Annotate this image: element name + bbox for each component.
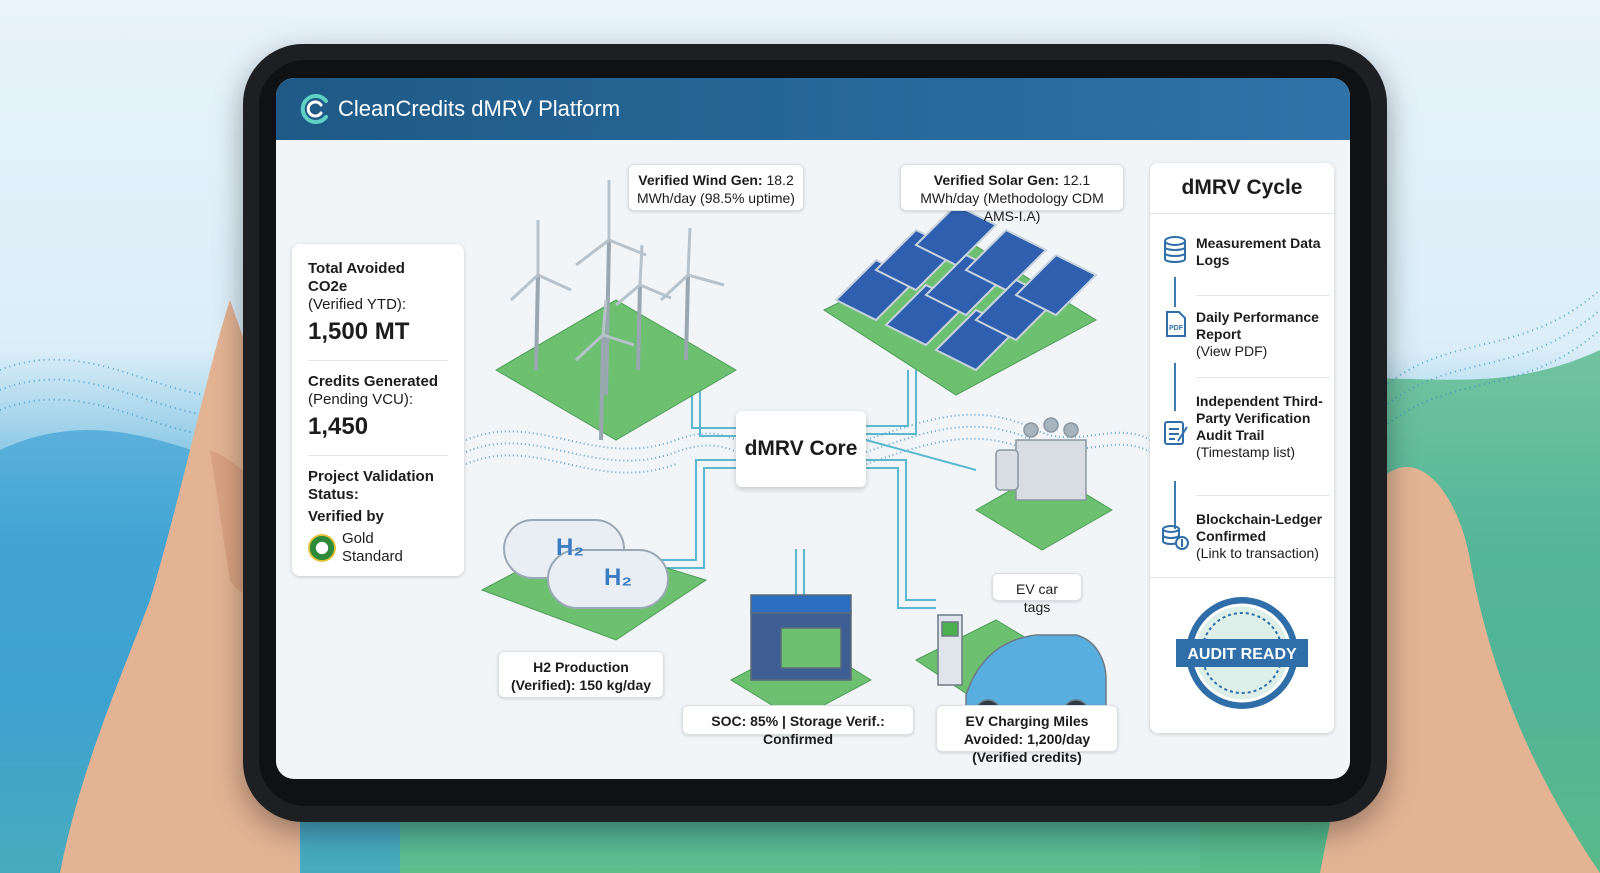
wind-callout: Verified Wind Gen: 18.2 MWh/day (98.5% u…	[628, 164, 804, 211]
app-screen: CleanCredits dMRV Platform H₂ H₂ Verifie…	[276, 78, 1350, 779]
step-divider	[1196, 295, 1330, 296]
metrics-divider	[308, 360, 448, 361]
wind-callout-label: Verified Wind Gen:	[638, 172, 763, 188]
step-blockchain-label: Blockchain-Ledger Confirmed	[1196, 511, 1323, 544]
app-header: CleanCredits dMRV Platform	[276, 78, 1350, 140]
flow-arrow	[1174, 363, 1176, 411]
step-divider	[1150, 577, 1334, 578]
step-blockchain-sub[interactable]: (Link to transaction)	[1196, 545, 1319, 561]
avoided-co2-value: 1,500 MT	[308, 318, 410, 345]
validation-status-label: Project Validation Status:	[308, 468, 434, 503]
step-divider	[1196, 377, 1330, 378]
gold-standard-text: Gold Standard	[342, 530, 403, 565]
step-verification-text: Independent Third-Party Verification Aud…	[1196, 393, 1330, 461]
audit-ready-text: AUDIT READY	[1187, 646, 1297, 663]
validation-status-value: Verified by	[308, 508, 384, 525]
database-icon	[1164, 236, 1186, 263]
credits-sub: (Pending VCU):	[308, 391, 414, 408]
step-verification-label: Independent Third-Party Verification Aud…	[1196, 393, 1323, 443]
cleancredits-logo-icon	[300, 94, 328, 124]
soc-callout: SOC: 85% | Storage Verif.: Confirmed	[682, 705, 914, 747]
step-divider	[1196, 495, 1330, 496]
step-daily-report-label: Daily Performance Report	[1196, 309, 1319, 342]
app-title: CleanCredits dMRV Platform	[338, 96, 621, 121]
gold-standard-row: Gold Standard	[308, 530, 448, 566]
credits-value: 1,450	[308, 413, 369, 440]
h2-callout-text: H2 Production (Verified): 150 kg/day	[510, 659, 652, 693]
dmrv-cycle-panel: dMRV Cycle Measurement Data Logs PDF Dai…	[1150, 163, 1334, 733]
svg-text:H₂: H₂	[604, 564, 632, 591]
ev-tags-callout: EV car tags	[992, 573, 1082, 615]
coins-icon	[1162, 525, 1189, 550]
dmrv-core-node[interactable]: dMRV Core	[736, 411, 866, 487]
metrics-panel: Total Avoided CO2e (Verified YTD): 1,500…	[292, 244, 464, 576]
step-measurement-label: Measurement Data Logs	[1196, 235, 1321, 268]
solar-callout-label: Verified Solar Gen:	[933, 172, 1060, 188]
avoided-co2-label: Total Avoided CO2e	[308, 260, 405, 295]
gold-standard-icon	[308, 534, 336, 562]
ev-callout-text: EV Charging Miles Avoided: 1,200/day (Ve…	[963, 713, 1091, 765]
ev-callout: EV Charging Miles Avoided: 1,200/day (Ve…	[936, 705, 1118, 765]
avoided-co2-sub: (Verified YTD):	[308, 296, 407, 313]
step-daily-report-sub[interactable]: (View PDF)	[1196, 343, 1267, 359]
step-verification-sub[interactable]: (Timestamp list)	[1196, 444, 1295, 460]
h2-callout: H2 Production (Verified): 150 kg/day	[498, 651, 664, 698]
audit-ready-badge: AUDIT READY	[1176, 597, 1308, 709]
pdf-icon-label: PDF	[1169, 325, 1184, 332]
credits-label: Credits Generated	[308, 373, 439, 390]
dmrv-cycle-title: dMRV Cycle	[1150, 163, 1334, 214]
clipboard-check-icon	[1164, 421, 1188, 445]
pdf-icon: PDF	[1166, 311, 1186, 337]
step-measurement-text: Measurement Data Logs	[1196, 235, 1330, 269]
step-blockchain-text: Blockchain-Ledger Confirmed (Link to tran…	[1196, 511, 1330, 562]
step-daily-report-text: Daily Performance Report (View PDF)	[1196, 309, 1330, 360]
svg-text:H₂: H₂	[556, 534, 584, 561]
solar-callout: Verified Solar Gen: 12.1 MWh/day (Method…	[900, 164, 1124, 224]
flow-arrow	[1174, 277, 1176, 307]
metrics-divider	[308, 455, 448, 456]
